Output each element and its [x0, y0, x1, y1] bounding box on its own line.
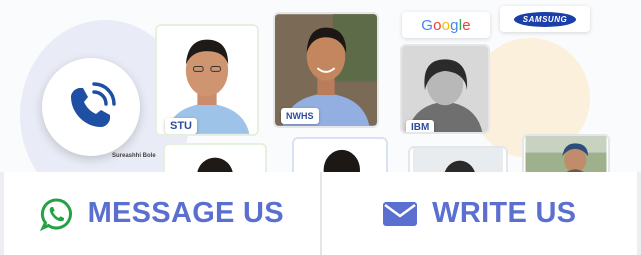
profile-photo	[296, 139, 384, 172]
write-us-label: WRITE US	[432, 197, 577, 229]
profile-card	[408, 146, 508, 172]
message-us-label: MESSAGE US	[87, 197, 284, 229]
call-button[interactable]	[42, 58, 140, 156]
company-tag: STU	[165, 118, 197, 134]
profile-photo	[413, 148, 503, 172]
message-us-button[interactable]: MESSAGE US	[0, 172, 322, 255]
profile-photo	[525, 136, 607, 172]
profile-card: STU	[155, 24, 259, 136]
phone-call-icon	[71, 82, 116, 127]
company-tag: NWHS	[281, 108, 319, 124]
envelope-icon	[383, 201, 418, 226]
profile-photo	[168, 145, 262, 172]
profile-card	[163, 143, 267, 172]
samsung-logo-text: SAMSUNG	[513, 11, 577, 27]
samsung-logo: SAMSUNG	[500, 6, 590, 32]
profile-card	[292, 137, 388, 172]
write-us-button[interactable]: WRITE US	[321, 172, 641, 255]
profile-caption: Sureashhi Bole	[112, 153, 156, 159]
profile-card: IBM	[400, 44, 490, 134]
whatsapp-icon	[39, 198, 72, 231]
contact-bar: MESSAGE US WRITE US	[0, 172, 641, 255]
google-logo: Google	[402, 12, 490, 38]
profile-card: NWHS	[273, 12, 379, 128]
company-tag: IBM	[406, 120, 435, 132]
google-logo-text: Google	[421, 16, 471, 34]
profile-card	[522, 134, 610, 172]
team-hero: STU NWHS IBM Google SAMSUNG Sureashhi Bo…	[0, 0, 641, 172]
